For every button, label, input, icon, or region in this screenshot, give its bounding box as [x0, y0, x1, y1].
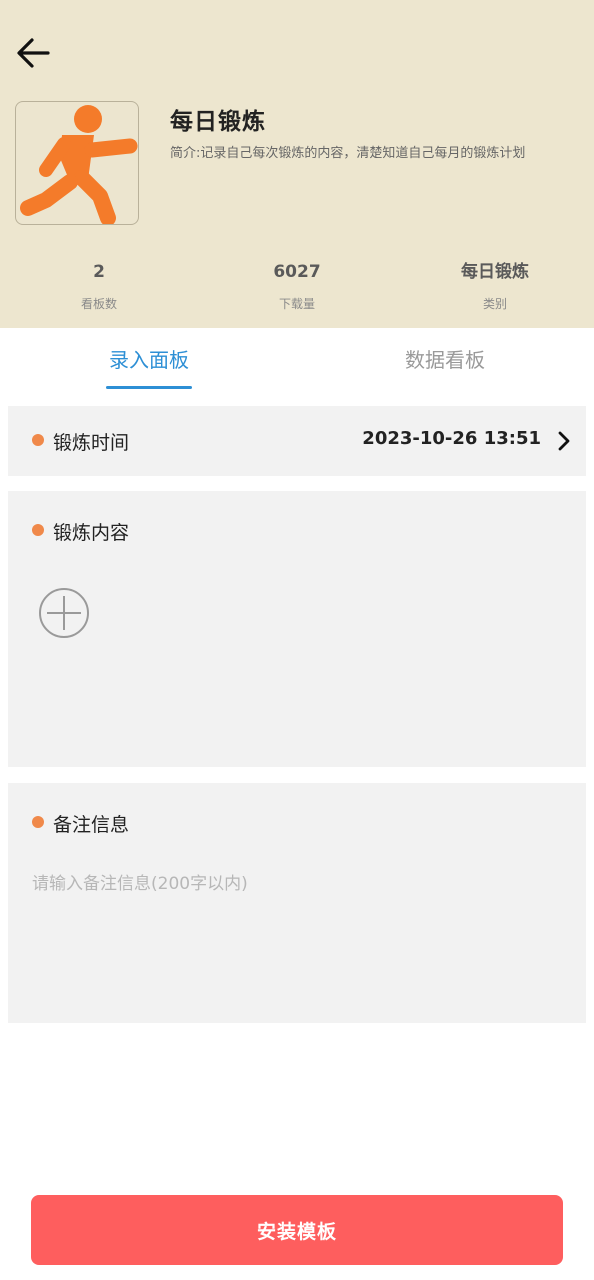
plus-circle-icon	[39, 588, 89, 638]
install-template-button[interactable]: 安装模板	[31, 1195, 563, 1265]
tab-bar: 录入面板 数据看板	[0, 328, 594, 396]
exercise-time-field[interactable]: 锻炼时间 2023-10-26 13:51	[8, 406, 586, 476]
template-header: 每日锻炼 简介:记录自己每次锻炼的内容，清楚知道自己每月的锻炼计划 2 看板数 …	[0, 0, 594, 328]
arrow-left-icon	[17, 38, 50, 68]
stat-category: 每日锻炼 类别	[396, 258, 594, 312]
required-dot	[32, 816, 44, 828]
notes-label: 备注信息	[53, 814, 130, 836]
stat-download-count: 6027 下载量	[198, 258, 396, 312]
stat-label: 类别	[482, 297, 507, 311]
active-tab-indicator	[106, 386, 192, 389]
chevron-right-icon	[552, 428, 576, 454]
stat-value: 6027	[273, 262, 321, 282]
tab-data-board[interactable]: 数据看板	[345, 328, 545, 392]
back-button[interactable]	[10, 30, 56, 76]
exercise-time-value: 2023-10-26 13:51	[362, 428, 541, 449]
exercise-time-label: 锻炼时间	[53, 432, 130, 454]
tab-input-panel[interactable]: 录入面板	[49, 328, 249, 392]
stat-label: 看板数	[80, 297, 117, 311]
required-dot	[32, 524, 44, 536]
stat-board-count: 2 看板数	[0, 258, 198, 312]
required-dot	[32, 434, 44, 446]
exercise-content-label: 锻炼内容	[53, 522, 130, 544]
stat-value: 每日锻炼	[461, 262, 529, 282]
stat-value: 2	[93, 262, 105, 282]
notes-field: 备注信息	[8, 783, 586, 1023]
app-description: 简介:记录自己每次锻炼的内容，清楚知道自己每月的锻炼计划	[170, 146, 526, 161]
running-person-icon	[20, 105, 138, 224]
stat-label: 下载量	[278, 297, 315, 311]
app-icon	[15, 101, 139, 225]
notes-input[interactable]	[24, 861, 570, 1011]
app-title: 每日锻炼	[170, 109, 266, 135]
exercise-content-field: 锻炼内容	[8, 491, 586, 767]
add-content-button[interactable]	[38, 587, 90, 639]
